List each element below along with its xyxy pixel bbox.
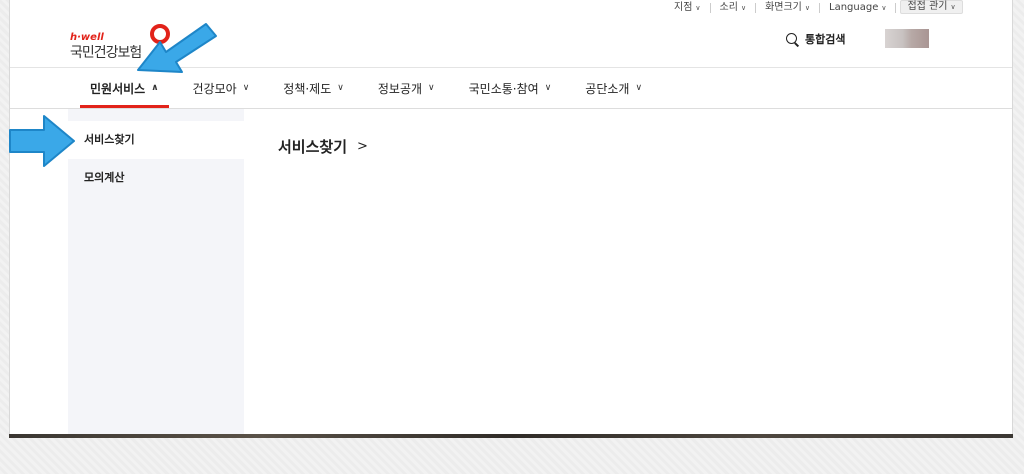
chevron-down-icon: ∨ [695,4,701,12]
sidebar-item-service-search[interactable]: 서비스찾기 [68,121,244,159]
nav-item-disclosure[interactable]: 정보공개 ∨ [368,68,445,108]
chevron-down-icon: ∨ [544,83,552,93]
nav-label: 정보공개 [377,81,423,96]
chevron-down-icon: ∨ [804,4,810,12]
page-title-text: 서비스찾기 [278,138,348,156]
chevron-right-icon[interactable]: > [357,139,368,154]
chevron-down-icon: ∨ [428,83,435,93]
utility-label: Language [829,2,879,13]
utility-item-screen-size[interactable]: 화면크기 ∨ [756,3,820,13]
chevron-down-icon: ∨ [635,83,643,93]
utility-item-quick[interactable]: 접접 관기 ∨ [900,0,963,14]
utility-item-sound[interactable]: 소리 ∨ [711,3,757,13]
arrow-pointer-icon [9,115,75,167]
sidebar-item-mock-calc[interactable]: 모의계산 [68,159,244,197]
integrated-search-button[interactable]: 통합검색 [786,31,845,47]
chevron-down-icon: ∨ [881,4,887,12]
nav-label: 정책·제도 [283,81,332,96]
search-label: 통합검색 [805,33,846,46]
chevron-up-icon: ∧ [151,83,159,93]
utility-label: 화면크기 [765,2,802,13]
nav-label: 공단소개 [585,81,630,96]
nav-label: 국민소통·참여 [468,81,539,96]
nav-item-policy[interactable]: 정책·제도 ∨ [273,68,354,108]
sidebar: 서비스찾기 모의계산 [68,109,244,436]
utility-label: 접접 관기 [907,1,948,12]
utility-item-branch[interactable]: 지점 ∨ [665,3,711,13]
utility-label: 지점 [674,2,693,13]
chevron-down-icon: ∨ [950,3,956,11]
utility-bar: 지점 ∨ 소리 ∨ 화면크기 ∨ Language ∨ 접접 관기 ∨ [665,0,963,18]
chevron-down-icon: ∨ [242,83,250,93]
page-title: 서비스찾기 > [278,136,368,157]
search-icon [786,32,799,46]
bottom-image-strip [9,434,1013,438]
utility-item-language[interactable]: Language ∨ [820,2,897,13]
chevron-down-icon: ∨ [337,83,344,93]
blurred-user-area [885,29,929,48]
arrow-pointer-icon [137,23,217,73]
chevron-down-icon: ∨ [740,4,747,12]
nav-item-participation[interactable]: 국민소통·참여 ∨ [459,68,562,108]
nav-item-about[interactable]: 공단소개 ∨ [575,68,652,108]
utility-label: 소리 [719,2,738,13]
